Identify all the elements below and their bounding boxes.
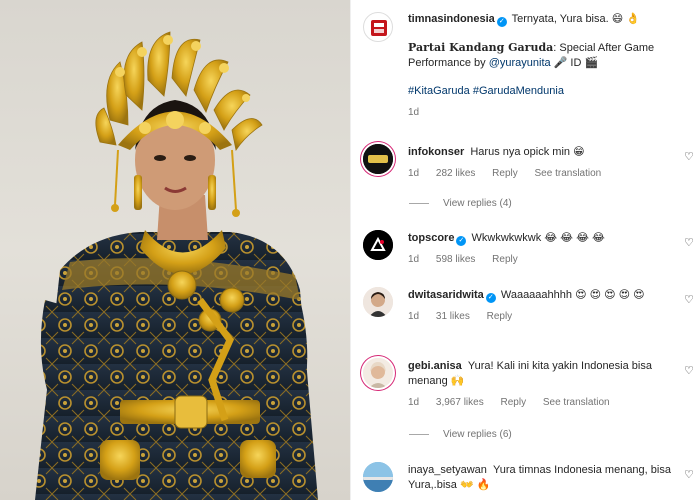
likes-count[interactable]: 31 likes: [436, 311, 470, 322]
comment-time: 1d: [408, 168, 420, 179]
comment-time: 1d: [408, 254, 420, 265]
verified-badge-icon: ✓: [456, 236, 467, 246]
user-photo-icon: [363, 462, 393, 492]
view-replies-button[interactable]: View replies (6): [409, 429, 512, 440]
comment-item: inaya_setyawan Yura timnas Indonesia men…: [363, 460, 700, 500]
comments-panel: timnasindonesia ✓ Ternyata, Yura bisa. 😄 …: [350, 0, 700, 500]
heart-icon[interactable]: ♡: [684, 295, 694, 306]
user-photo-icon: [363, 287, 393, 317]
avatar[interactable]: [363, 462, 393, 492]
avatar[interactable]: [363, 287, 393, 317]
post-caption: timnasindonesia ✓ Ternyata, Yura bisa. 😄 …: [363, 10, 700, 120]
see-translation-link[interactable]: See translation: [543, 397, 610, 408]
comment-time: 1d: [408, 397, 420, 408]
avatar[interactable]: [363, 144, 393, 174]
username-link[interactable]: inaya_setyawan: [408, 464, 487, 476]
reply-button[interactable]: Reply: [492, 254, 518, 265]
verified-badge-icon: ✓: [485, 293, 496, 303]
post-photo[interactable]: [0, 0, 350, 500]
timnas-logo-icon: [371, 20, 387, 36]
hashtag-link[interactable]: #KitaGaruda: [408, 85, 470, 97]
caption-body: timnasindonesia ✓ Ternyata, Yura bisa. 😄 …: [408, 12, 682, 120]
mention-link[interactable]: @yurayunita: [489, 57, 551, 69]
avatar[interactable]: [363, 230, 393, 260]
instagram-post-view: timnasindonesia ✓ Ternyata, Yura bisa. 😄 …: [0, 0, 700, 500]
comment-text: Harus nya opick min 😁: [470, 146, 585, 158]
post-time: 1d: [408, 107, 420, 118]
likes-count[interactable]: 3,967 likes: [436, 397, 484, 408]
user-photo-icon: [363, 358, 393, 388]
username-link[interactable]: timnasindonesia: [408, 13, 495, 25]
infokonser-logo-icon: [363, 144, 393, 174]
reply-button[interactable]: Reply: [487, 311, 513, 322]
topscore-logo-icon: [363, 230, 393, 260]
view-replies-button[interactable]: View replies (4): [409, 198, 512, 209]
comment-body: inaya_setyawan Yura timnas Indonesia men…: [408, 463, 682, 493]
hashtag-link[interactable]: #GarudaMendunia: [473, 85, 564, 97]
comment-body: gebi.anisa Yura! Kali ini kita yakin Ind…: [408, 359, 682, 410]
comment-text: Waaaaaahhhh 😍 😍 😍 😍 😍: [500, 289, 645, 301]
username-link[interactable]: infokonser: [408, 146, 464, 158]
performer-photo-illustration: [35, 31, 318, 500]
reply-button[interactable]: Reply: [501, 397, 527, 408]
verified-badge-icon: ✓: [496, 17, 507, 27]
reply-button[interactable]: Reply: [492, 168, 518, 179]
divider: [409, 433, 429, 435]
heart-icon[interactable]: ♡: [684, 366, 694, 377]
comment-body: dwitasaridwita ✓ Waaaaaahhhh 😍 😍 😍 😍 😍 1d…: [408, 288, 682, 324]
comment-item: gebi.anisa Yura! Kali ini kita yakin Ind…: [363, 356, 700, 416]
likes-count[interactable]: 598 likes: [436, 254, 475, 265]
heart-icon[interactable]: ♡: [684, 470, 694, 481]
avatar[interactable]: [363, 12, 393, 42]
likes-count[interactable]: 282 likes: [436, 168, 475, 179]
comment-item: infokonser Harus nya opick min 😁 1d 282 …: [363, 142, 700, 192]
heart-icon[interactable]: ♡: [684, 152, 694, 163]
heart-icon[interactable]: ♡: [684, 238, 694, 249]
comment-text: Wkwkwkwkwk 😂 😂 😂 😂: [471, 232, 605, 244]
comment-item: dwitasaridwita ✓ Waaaaaahhhh 😍 😍 😍 😍 😍 1d…: [363, 285, 700, 340]
avatar[interactable]: [363, 358, 393, 388]
comment-time: 1d: [408, 311, 420, 322]
username-link[interactable]: topscore: [408, 232, 454, 244]
comment-item: topscore ✓ Wkwkwkwkwk 😂 😂 😂 😂 1d 598 like…: [363, 228, 700, 268]
comment-body: infokonser Harus nya opick min 😁 1d 282 …: [408, 145, 682, 181]
username-link[interactable]: dwitasaridwita: [408, 289, 484, 301]
comment-body: topscore ✓ Wkwkwkwkwk 😂 😂 😂 😂 1d 598 like…: [408, 231, 682, 267]
caption-title: Partai Kandang Garuda: [408, 41, 554, 54]
view-replies-label: View replies (6): [443, 429, 512, 440]
see-translation-link[interactable]: See translation: [535, 168, 602, 179]
divider: [409, 202, 429, 204]
view-replies-label: View replies (4): [443, 198, 512, 209]
username-link[interactable]: gebi.anisa: [408, 360, 462, 372]
caption-text: Ternyata, Yura bisa. 😄 👌: [511, 13, 640, 25]
caption-tail: 🎤 ID 🎬: [550, 57, 599, 69]
